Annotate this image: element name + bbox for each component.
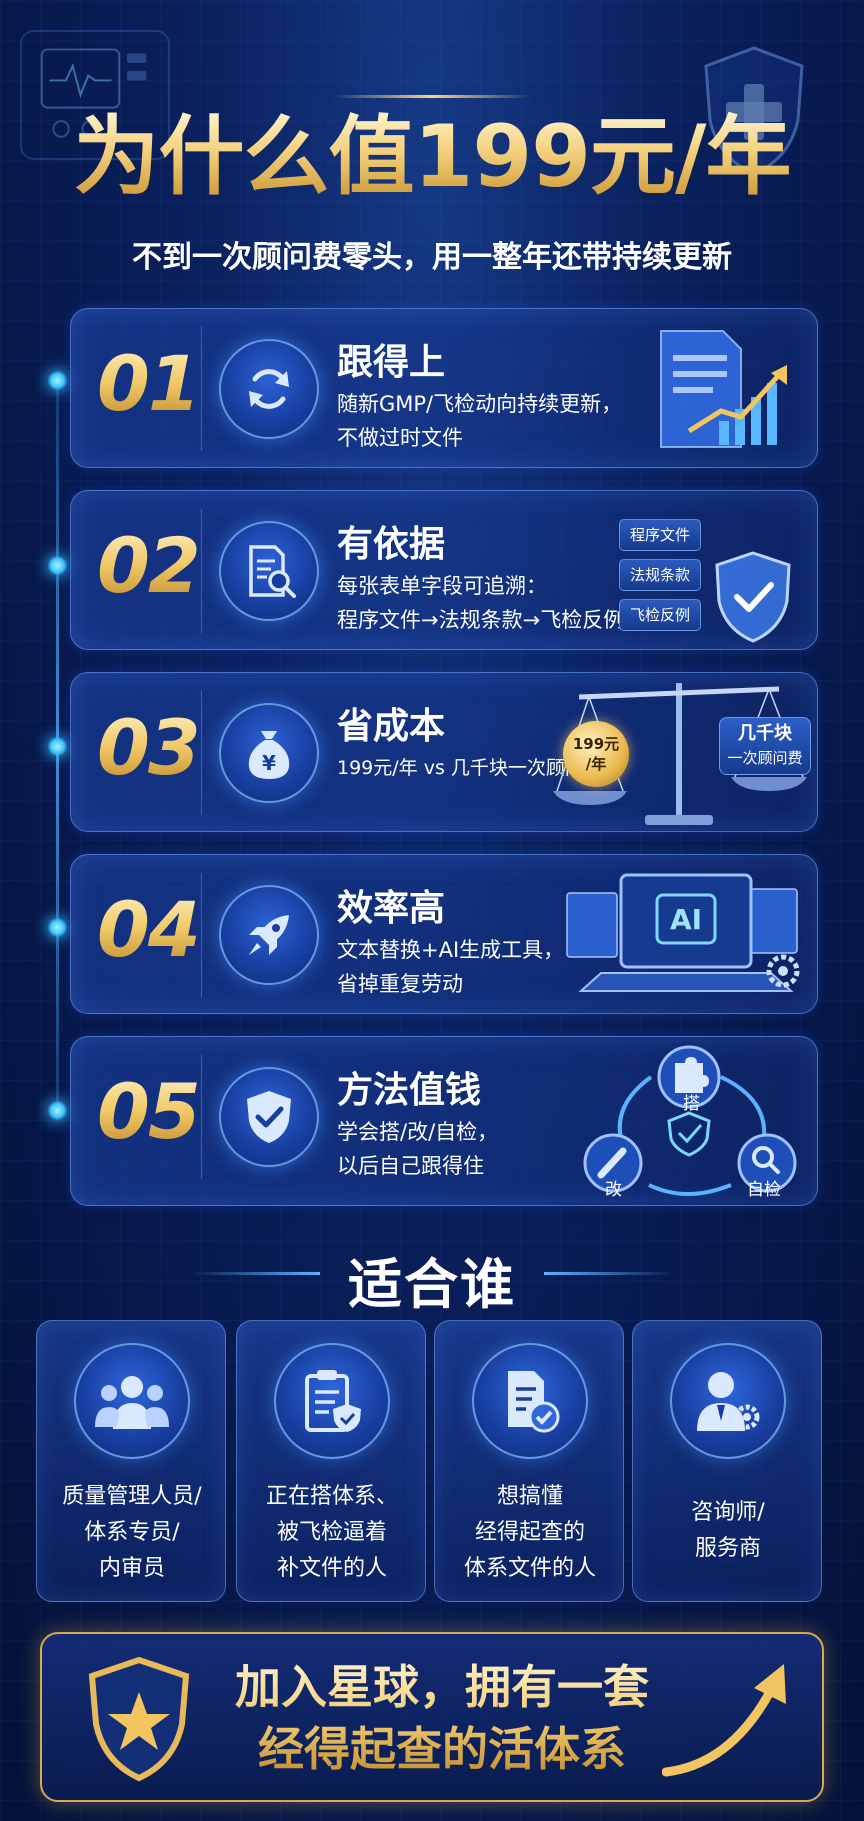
timeline-dot — [47, 736, 68, 757]
audience-text: 咨询师/ 服务商 — [633, 1495, 823, 1567]
page-subtitle: 不到一次顾问费零头，用一整年还带持续更新 — [132, 240, 732, 275]
audience-card-quality: 质量管理人员/ 体系专员/ 内审员 — [36, 1320, 226, 1602]
cycle-label-build: 搭 — [683, 1094, 700, 1114]
cta-headline: 加入星球，拥有一套 经得起查的活体系 — [202, 1656, 682, 1780]
card-divider — [201, 691, 202, 815]
title-glow-line — [332, 95, 532, 98]
timeline-dot — [47, 917, 68, 938]
benefit-description: 随新GMP/飞检动向持续更新， 不做过时文件 — [337, 387, 627, 455]
cycle-label-fix: 改 — [605, 1180, 622, 1200]
cycle-label-selfcheck: 自检 — [747, 1180, 781, 1200]
benefit-title: 有依据 — [337, 524, 446, 565]
audience-line: 正在搭体系、 — [265, 1484, 398, 1509]
growth-arrow-icon — [662, 1664, 786, 1777]
card-divider — [201, 509, 202, 633]
benefit-number: 04 — [97, 885, 201, 974]
fee-amount: 几千块 — [738, 723, 792, 744]
star-shield-icon — [88, 1656, 190, 1782]
people-group-icon — [74, 1343, 190, 1459]
benefit-title: 方法值钱 — [337, 1070, 482, 1111]
benefit-number: 03 — [97, 703, 201, 792]
benefit-desc-line: 随新GMP/飞检动向持续更新， — [337, 392, 623, 416]
benefit-card-03: 03 ¥ 省成本 199元/年 vs 几千块一次顾问费 199元 /年 几千块 … — [70, 672, 818, 832]
shield-check-icon — [219, 1067, 319, 1167]
cta-line: 经得起查的活体系 — [258, 1722, 626, 1776]
tag-regulation: 法规条款 — [619, 559, 702, 591]
audience-text: 正在搭体系、 被飞检逼着 补文件的人 — [237, 1479, 427, 1587]
page-title: 为什么值199元/年 — [73, 107, 792, 207]
benefit-number: 05 — [97, 1067, 201, 1156]
benefit-number: 02 — [97, 521, 201, 610]
audience-text: 想搞懂 经得起查的 体系文件的人 — [435, 1479, 625, 1587]
benefit-desc-line: 程序文件→法规条款→飞检反例 — [337, 608, 625, 632]
benefit-card-01: 01 跟得上 随新GMP/飞检动向持续更新， 不做过时文件 — [70, 308, 818, 468]
audience-line: 补文件的人 — [276, 1556, 387, 1581]
benefit-description: 每张表单字段可追溯： 程序文件→法规条款→飞检反例 — [337, 569, 637, 637]
card-divider — [201, 1055, 202, 1179]
ai-screen-label: AI — [669, 903, 703, 936]
benefit-number: 01 — [97, 339, 201, 428]
audience-line: 想搞懂 — [496, 1484, 563, 1509]
document-search-icon — [219, 521, 319, 621]
audience-header: 适合谁 — [0, 1240, 864, 1319]
benefit-title: 跟得上 — [337, 342, 446, 383]
benefit-card-04: 04 效率高 文本替换+AI生成工具， 省掉重复劳动 AI — [70, 854, 818, 1014]
section-title: 适合谁 — [348, 1253, 516, 1316]
svg-text:¥: ¥ — [262, 751, 276, 775]
card-divider — [201, 873, 202, 997]
join-cta-banner[interactable]: 加入星球，拥有一套 经得起查的活体系 — [40, 1632, 824, 1802]
benefit-title: 省成本 — [337, 706, 446, 747]
timeline-dot — [47, 555, 68, 576]
laptop-ai-icon — [566, 873, 800, 992]
price-coin: 199元 /年 — [563, 721, 629, 787]
audience-card-building: 正在搭体系、 被飞检逼着 补文件的人 — [236, 1320, 426, 1602]
rocket-icon — [219, 885, 319, 985]
audience-line: 经得起查的 — [474, 1520, 585, 1545]
card-divider — [201, 327, 202, 451]
consulting-fee-label: 几千块 一次顾问费 — [719, 717, 811, 775]
audience-card-consultant: 咨询师/ 服务商 — [632, 1320, 822, 1602]
audience-line: 被飞检逼着 — [276, 1520, 387, 1545]
audience-line: 质量管理人员/ — [62, 1484, 202, 1509]
audience-line: 体系文件的人 — [463, 1556, 596, 1581]
audience-line: 服务商 — [694, 1536, 761, 1561]
tag-procedure-doc: 程序文件 — [619, 519, 702, 551]
document-check-icon — [472, 1343, 588, 1459]
audience-line: 体系专员/ — [84, 1520, 180, 1545]
benefit-desc-line: 每张表单字段可追溯： — [337, 574, 547, 598]
header: 为什么值199元/年 — [0, 110, 864, 205]
timeline-dot — [47, 370, 68, 391]
benefit-card-02: 02 有依据 每张表单字段可追溯： 程序文件→法规条款→飞检反例 程序文件 法规… — [70, 490, 818, 650]
audience-card-learner: 想搞懂 经得起查的 体系文件的人 — [434, 1320, 624, 1602]
report-chart-icon — [660, 330, 787, 448]
tag-inspection-case: 飞检反例 — [619, 599, 702, 631]
audience-line: 内审员 — [98, 1556, 165, 1581]
coin-price: 199元 — [572, 735, 620, 753]
benefit-desc-line: 不做过时文件 — [337, 426, 463, 450]
consultant-gear-icon — [670, 1343, 786, 1459]
coin-unit: /年 — [585, 755, 607, 773]
audience-line: 咨询师/ — [691, 1500, 765, 1525]
refresh-icon — [219, 339, 319, 439]
benefit-title: 效率高 — [337, 888, 446, 929]
money-bag-icon: ¥ — [219, 703, 319, 803]
clipboard-shield-icon — [274, 1343, 390, 1459]
shield-check-icon — [715, 551, 791, 643]
audience-text: 质量管理人员/ 体系专员/ 内审员 — [37, 1479, 227, 1587]
benefit-card-05: 05 方法值钱 学会搭/改/自检， 以后自己跟得住 搭 改 自检 — [70, 1036, 818, 1206]
timeline-dot — [47, 1100, 68, 1121]
cta-line: 加入星球，拥有一套 — [235, 1660, 649, 1714]
fee-description: 一次顾问费 — [727, 749, 803, 767]
